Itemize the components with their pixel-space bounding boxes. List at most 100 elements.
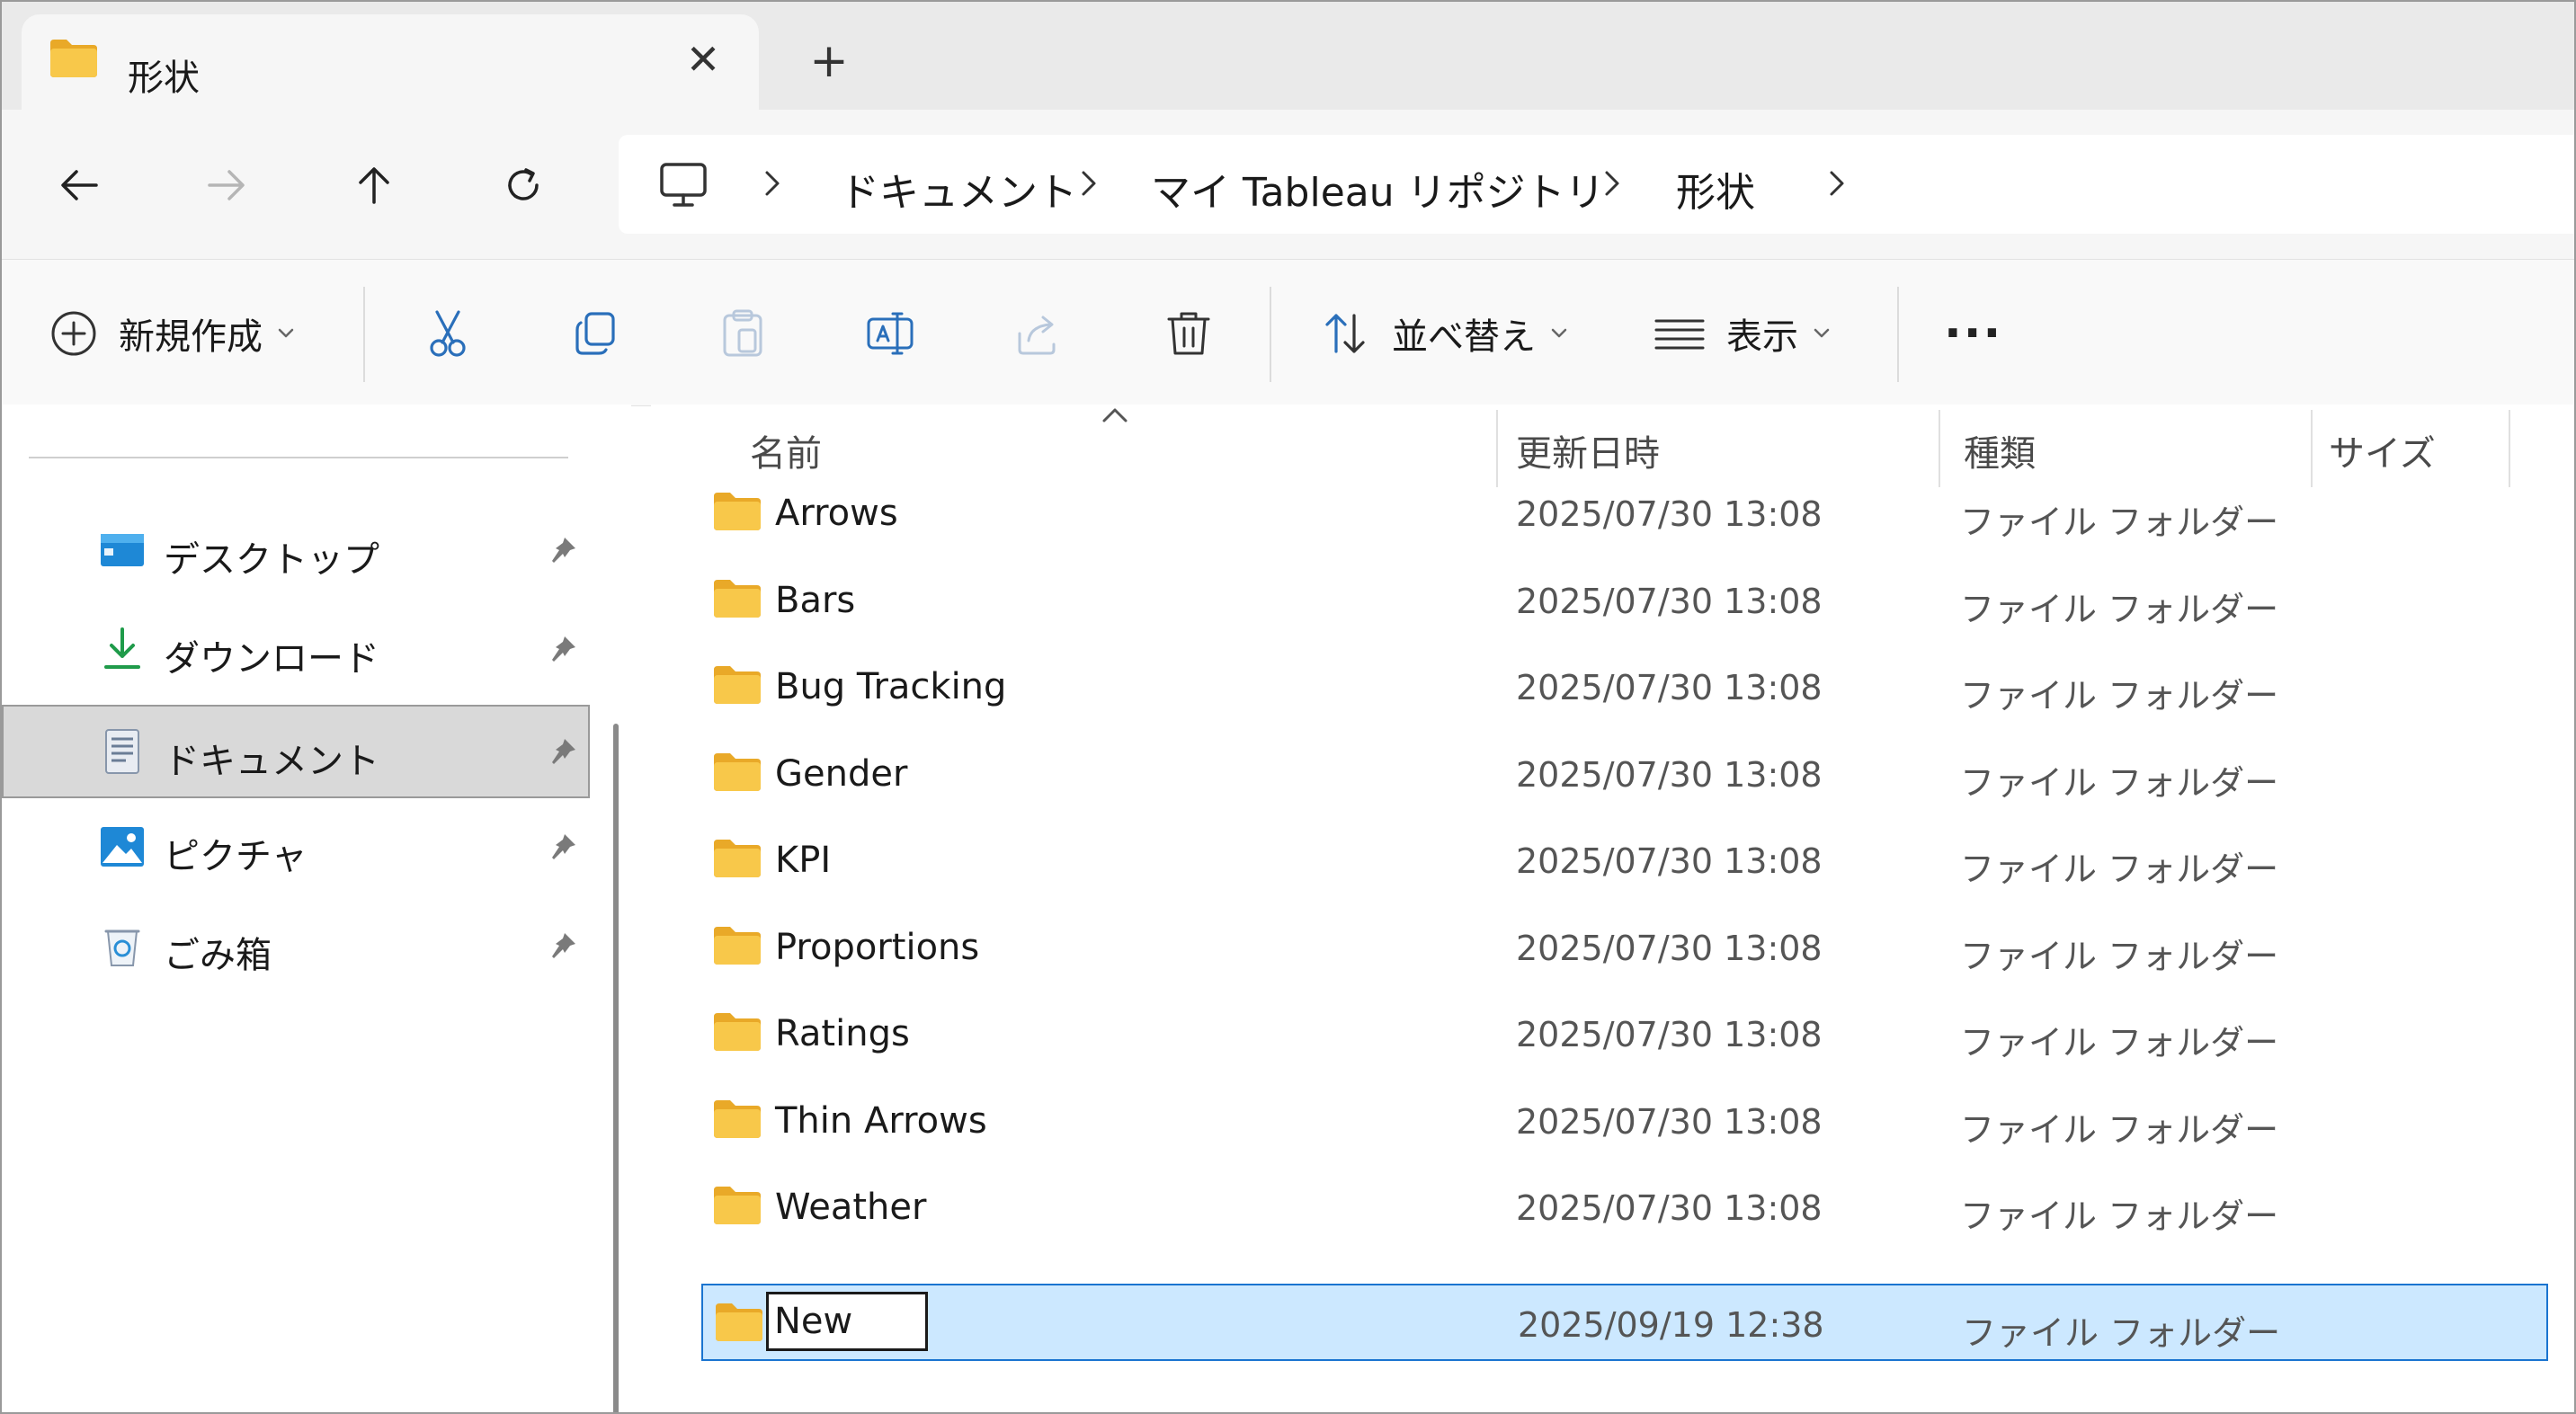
toolbar-divider [1270, 287, 1271, 382]
table-row[interactable]: KPI 2025/07/30 13:08 ファイル フォルダー [701, 822, 2548, 899]
pin-icon[interactable] [547, 929, 579, 962]
scissors-icon [430, 310, 466, 357]
pin-icon[interactable] [547, 735, 579, 768]
cut-button[interactable] [421, 307, 475, 360]
sort-icon [1325, 314, 1365, 353]
row-name: Ratings [775, 1013, 910, 1054]
sidebar-item-desktop[interactable]: デスクトップ [2, 503, 590, 597]
row-type: ファイル フォルダー [1962, 1313, 2281, 1353]
column-header-modified[interactable]: 更新日時 [1516, 424, 1660, 476]
table-row[interactable]: Gender 2025/07/30 13:08 ファイル フォルダー [701, 735, 2548, 813]
chevron-right-icon[interactable] [759, 165, 786, 201]
table-row[interactable]: Ratings 2025/07/30 13:08 ファイル フォルダー [701, 995, 2548, 1072]
command-bar: 新規作成 並べ替え 表示 ··· [2, 259, 2574, 406]
row-name: KPI [775, 840, 832, 881]
table-row-new-folder[interactable]: 2025/09/19 12:38 ファイル フォルダー [701, 1284, 2548, 1361]
folder-icon [714, 926, 761, 965]
more-options-button[interactable]: ··· [1944, 307, 2002, 360]
breadcrumb-current-folder[interactable]: 形状 [1676, 160, 1755, 218]
sidebar-divider [29, 457, 568, 458]
arrow-right-icon [208, 170, 245, 200]
close-tab-button[interactable]: ✕ [678, 34, 728, 84]
sidebar-scrollbar[interactable] [613, 724, 619, 1412]
folder-icon [714, 579, 761, 618]
row-modified: 2025/07/30 13:08 [1516, 1015, 1823, 1054]
table-row[interactable]: Bars 2025/07/30 13:08 ファイル フォルダー [701, 562, 2548, 639]
chevron-down-icon [278, 328, 294, 338]
row-modified: 2025/07/30 13:08 [1516, 928, 1823, 968]
row-name: Arrows [775, 493, 898, 534]
forward-button[interactable] [198, 156, 255, 214]
sort-button-label: 並べ替え [1392, 316, 1536, 358]
breadcrumb-tableau-repository[interactable]: マイ Tableau リポジトリ [1151, 160, 1605, 218]
folder-icon [50, 40, 97, 77]
row-name: Bug Tracking [775, 666, 1007, 707]
row-type: ファイル フォルダー [1960, 1196, 2279, 1236]
share-button[interactable] [1011, 307, 1065, 360]
column-header-size[interactable]: サイズ [2329, 424, 2436, 476]
pin-icon[interactable] [547, 831, 579, 863]
sort-button[interactable]: 並べ替え [1318, 307, 1568, 360]
tab-title: 形状 [128, 58, 200, 99]
sidebar-item-label: デスクトップ [164, 539, 379, 581]
chevron-down-icon [1814, 328, 1830, 338]
navigation-pane: デスクトップ ダウンロード ドキュメント ピクチャ ごみ箱 [2, 405, 631, 1412]
chevron-up-icon [1102, 408, 1128, 422]
chevron-right-icon[interactable] [1599, 165, 1626, 201]
tab-strip: 形状 ✕ + [2, 2, 2574, 110]
arrow-left-icon [61, 170, 98, 200]
sidebar-item-label: ピクチャ [164, 836, 308, 877]
row-modified: 2025/07/30 13:08 [1516, 581, 1823, 621]
pin-icon[interactable] [547, 534, 579, 566]
sidebar-item-recycle-bin[interactable]: ごみ箱 [2, 899, 590, 992]
breadcrumb-documents[interactable]: ドキュメント [840, 160, 1077, 218]
file-list: 名前 更新日時 種類 サイズ Arrows 2025/07/30 13:08 ファイ… [651, 405, 2574, 1412]
row-type: ファイル フォルダー [1960, 849, 2279, 889]
address-bar[interactable]: ドキュメント マイ Tableau リポジトリ 形状 [619, 135, 2574, 234]
trash-icon [1167, 312, 1210, 355]
row-name: Proportions [775, 926, 980, 968]
copy-button[interactable] [568, 307, 622, 360]
up-button[interactable] [345, 156, 403, 214]
row-name: Bars [775, 579, 856, 621]
back-button[interactable] [50, 156, 108, 214]
view-button[interactable]: 表示 [1653, 307, 1831, 360]
list-view-icon [1654, 319, 1705, 350]
chevron-right-icon[interactable] [1823, 165, 1850, 201]
row-modified: 2025/07/30 13:08 [1516, 1101, 1823, 1142]
pin-icon[interactable] [547, 633, 579, 665]
rename-button[interactable] [863, 307, 917, 360]
new-tab-button[interactable]: + [802, 34, 856, 88]
paste-button[interactable] [716, 307, 770, 360]
column-header-type[interactable]: 種類 [1964, 424, 2036, 476]
refresh-icon [508, 168, 539, 200]
table-row[interactable]: Arrows 2025/07/30 13:08 ファイル フォルダー [701, 475, 2548, 552]
sidebar-item-downloads[interactable]: ダウンロード [2, 602, 590, 696]
table-row[interactable]: Proportions 2025/07/30 13:08 ファイル フォルダー [701, 909, 2548, 986]
table-row[interactable]: Weather 2025/07/30 13:08 ファイル フォルダー [701, 1169, 2548, 1246]
sidebar-item-documents[interactable]: ドキュメント [2, 705, 590, 798]
row-modified: 2025/09/19 12:38 [1518, 1305, 1824, 1345]
paste-icon [723, 309, 762, 357]
chevron-right-icon[interactable] [1075, 165, 1102, 201]
table-row[interactable]: Thin Arrows 2025/07/30 13:08 ファイル フォルダー [701, 1082, 2548, 1160]
file-explorer-window: 形状 ✕ + ドキュメント マイ Tableau リポジトリ 形状 新規作成 並… [0, 0, 2576, 1414]
table-row[interactable]: Bug Tracking 2025/07/30 13:08 ファイル フォルダー [701, 648, 2548, 725]
folder-icon [714, 666, 761, 704]
column-header-name[interactable]: 名前 [750, 424, 822, 476]
rename-input[interactable] [766, 1292, 928, 1351]
folder-icon [714, 752, 761, 791]
sidebar-item-label: ドキュメント [164, 741, 379, 782]
view-button-label: 表示 [1726, 316, 1798, 358]
pictures-icon [101, 827, 144, 867]
sidebar-item-pictures[interactable]: ピクチャ [2, 800, 590, 894]
delete-button[interactable] [1162, 307, 1216, 360]
row-modified: 2025/07/30 13:08 [1516, 754, 1823, 795]
address-row: ドキュメント マイ Tableau リポジトリ 形状 [2, 110, 2574, 259]
refresh-button[interactable] [495, 156, 552, 214]
row-modified: 2025/07/30 13:08 [1516, 668, 1823, 707]
tab-current-folder[interactable]: 形状 ✕ [22, 14, 759, 110]
new-button[interactable]: 新規作成 [49, 307, 295, 360]
new-button-label: 新規作成 [119, 316, 263, 358]
row-name: Gender [775, 752, 908, 795]
